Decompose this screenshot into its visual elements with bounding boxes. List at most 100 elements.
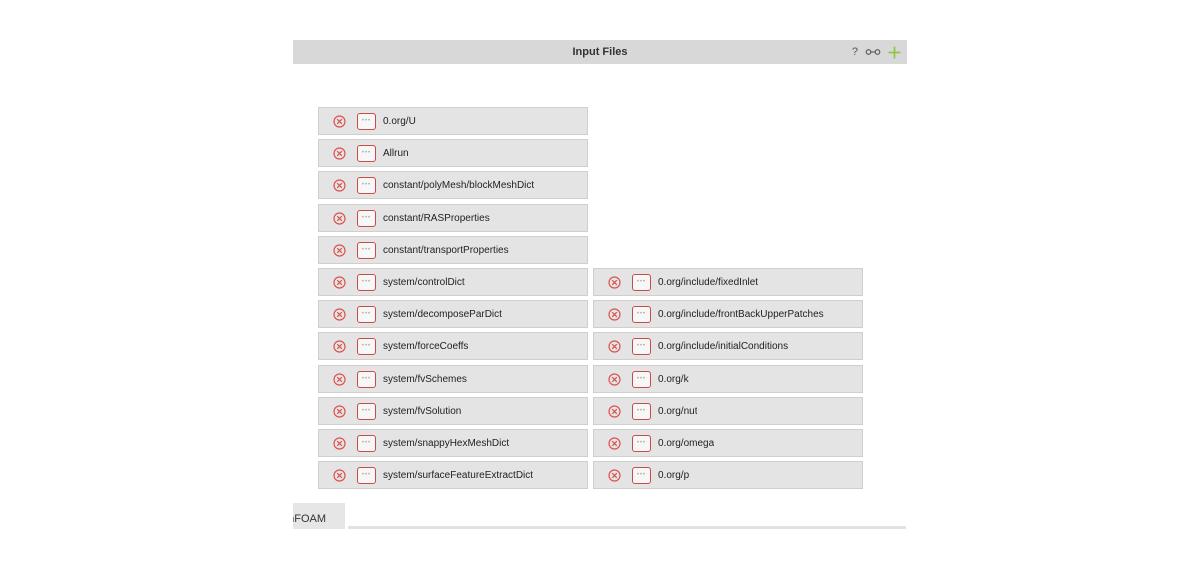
- remove-file-icon[interactable]: [333, 436, 346, 450]
- file-row[interactable]: ••• 0.org/k: [593, 365, 863, 393]
- file-row[interactable]: ••• 0.org/include/fixedInlet: [593, 268, 863, 296]
- file-label[interactable]: system/snappyHexMeshDict: [383, 438, 509, 449]
- file-row[interactable]: ••• system/fvSchemes: [318, 365, 588, 393]
- file-options-button[interactable]: •••: [632, 273, 651, 291]
- remove-file-icon[interactable]: [333, 243, 346, 257]
- remove-file-icon[interactable]: [333, 211, 346, 225]
- ellipsis-icon: •••: [361, 214, 372, 221]
- page: Input Files ? ••• 0.org/U ••• Allrun ••• cons…: [0, 0, 1200, 569]
- file-label[interactable]: system/surfaceFeatureExtractDict: [383, 470, 533, 481]
- file-options-button[interactable]: •••: [357, 370, 376, 388]
- file-row[interactable]: ••• 0.org/U: [318, 107, 588, 135]
- file-options-button[interactable]: •••: [357, 144, 376, 162]
- remove-file-icon[interactable]: [333, 339, 346, 353]
- remove-file-icon[interactable]: [608, 468, 621, 482]
- remove-file-icon[interactable]: [333, 275, 346, 289]
- file-row[interactable]: ••• 0.org/include/initialConditions: [593, 332, 863, 360]
- file-label[interactable]: 0.org/include/fixedInlet: [658, 277, 758, 288]
- ellipsis-icon: •••: [361, 149, 372, 156]
- tab-openfoam[interactable]: OpenFOAM: [293, 503, 345, 529]
- file-label[interactable]: 0.org/nut: [658, 406, 697, 417]
- ellipsis-icon: •••: [636, 439, 647, 446]
- ellipsis-icon: •••: [361, 181, 372, 188]
- remove-file-icon[interactable]: [608, 372, 621, 386]
- ellipsis-icon: •••: [636, 407, 647, 414]
- remove-file-icon[interactable]: [333, 307, 346, 321]
- file-label[interactable]: constant/transportProperties: [383, 245, 509, 256]
- file-options-button[interactable]: •••: [357, 466, 376, 484]
- input-files-header: Input Files ?: [293, 40, 907, 64]
- link-icon[interactable]: [865, 47, 881, 57]
- ellipsis-icon: •••: [636, 471, 647, 478]
- file-options-button[interactable]: •••: [632, 337, 651, 355]
- file-options-button[interactable]: •••: [357, 209, 376, 227]
- remove-file-icon[interactable]: [333, 372, 346, 386]
- file-label[interactable]: system/forceCoeffs: [383, 341, 468, 352]
- file-row[interactable]: ••• system/controlDict: [318, 268, 588, 296]
- file-options-button[interactable]: •••: [632, 434, 651, 452]
- ellipsis-icon: •••: [361, 407, 372, 414]
- ellipsis-icon: •••: [361, 310, 372, 317]
- file-options-button[interactable]: •••: [357, 434, 376, 452]
- file-row[interactable]: ••• constant/transportProperties: [318, 236, 588, 264]
- remove-file-icon[interactable]: [608, 436, 621, 450]
- file-options-button[interactable]: •••: [357, 402, 376, 420]
- ellipsis-icon: •••: [636, 310, 647, 317]
- file-label[interactable]: 0.org/include/initialConditions: [658, 341, 788, 352]
- file-options-button[interactable]: •••: [632, 402, 651, 420]
- tab-openfoam-label: OpenFOAM: [293, 513, 326, 525]
- file-row[interactable]: ••• system/surfaceFeatureExtractDict: [318, 461, 588, 489]
- file-label[interactable]: 0.org/k: [658, 374, 689, 385]
- file-row[interactable]: ••• 0.org/include/frontBackUpperPatches: [593, 300, 863, 328]
- remove-file-icon[interactable]: [608, 307, 621, 321]
- remove-file-icon[interactable]: [608, 404, 621, 418]
- file-row[interactable]: ••• constant/polyMesh/blockMeshDict: [318, 171, 588, 199]
- file-row[interactable]: ••• constant/RASProperties: [318, 204, 588, 232]
- file-options-button[interactable]: •••: [357, 273, 376, 291]
- file-row[interactable]: ••• 0.org/nut: [593, 397, 863, 425]
- remove-file-icon[interactable]: [333, 404, 346, 418]
- file-label[interactable]: 0.org/omega: [658, 438, 714, 449]
- file-row[interactable]: ••• system/fvSolution: [318, 397, 588, 425]
- remove-file-icon[interactable]: [333, 146, 346, 160]
- file-options-button[interactable]: •••: [632, 466, 651, 484]
- ellipsis-icon: •••: [361, 375, 372, 382]
- file-options-button[interactable]: •••: [632, 370, 651, 388]
- remove-file-icon[interactable]: [333, 114, 346, 128]
- file-label[interactable]: system/fvSolution: [383, 406, 461, 417]
- file-options-button[interactable]: •••: [357, 305, 376, 323]
- ellipsis-icon: •••: [636, 342, 647, 349]
- file-label[interactable]: system/fvSchemes: [383, 374, 467, 385]
- file-options-button[interactable]: •••: [357, 241, 376, 259]
- file-row[interactable]: ••• system/decomposeParDict: [318, 300, 588, 328]
- file-label[interactable]: 0.org/U: [383, 116, 416, 127]
- file-label[interactable]: 0.org/p: [658, 470, 689, 481]
- file-row[interactable]: ••• 0.org/p: [593, 461, 863, 489]
- file-label[interactable]: constant/RASProperties: [383, 213, 490, 224]
- ellipsis-icon: •••: [636, 278, 647, 285]
- file-options-button[interactable]: •••: [632, 305, 651, 323]
- ellipsis-icon: •••: [361, 471, 372, 478]
- add-file-icon[interactable]: [888, 46, 901, 59]
- file-row[interactable]: ••• system/snappyHexMeshDict: [318, 429, 588, 457]
- remove-file-icon[interactable]: [608, 275, 621, 289]
- file-row[interactable]: ••• Allrun: [318, 139, 588, 167]
- remove-file-icon[interactable]: [333, 468, 346, 482]
- remove-file-icon[interactable]: [333, 178, 346, 192]
- file-options-button[interactable]: •••: [357, 337, 376, 355]
- file-label[interactable]: 0.org/include/frontBackUpperPatches: [658, 309, 824, 320]
- file-label[interactable]: Allrun: [383, 148, 409, 159]
- file-label[interactable]: system/decomposeParDict: [383, 309, 502, 320]
- ellipsis-icon: •••: [361, 439, 372, 446]
- file-label[interactable]: constant/polyMesh/blockMeshDict: [383, 180, 534, 191]
- file-options-button[interactable]: •••: [357, 176, 376, 194]
- file-label[interactable]: system/controlDict: [383, 277, 465, 288]
- file-row[interactable]: ••• system/forceCoeffs: [318, 332, 588, 360]
- file-row[interactable]: ••• 0.org/omega: [593, 429, 863, 457]
- ellipsis-icon: •••: [361, 278, 372, 285]
- panel-title: Input Files: [572, 46, 628, 58]
- help-icon[interactable]: ?: [852, 46, 858, 58]
- file-options-button[interactable]: •••: [357, 112, 376, 130]
- header-actions: ?: [852, 40, 901, 64]
- remove-file-icon[interactable]: [608, 339, 621, 353]
